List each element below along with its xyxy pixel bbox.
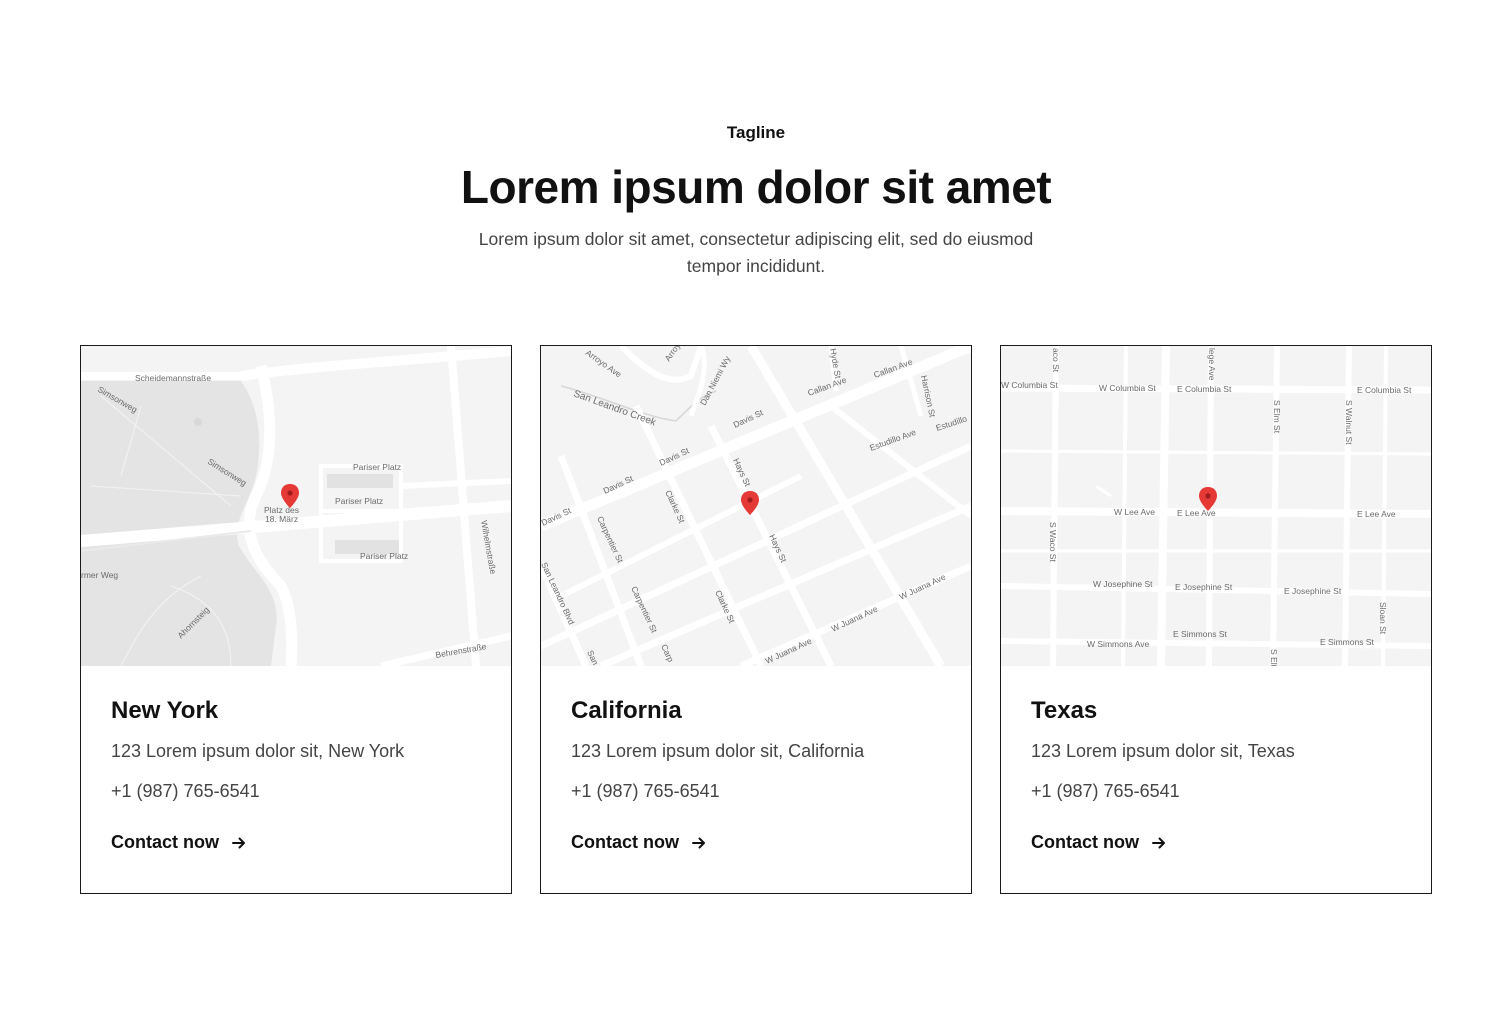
- card-body: Texas 123 Lorem ipsum dolor sit, Texas +…: [1031, 696, 1411, 853]
- map-label: S Elt: [1269, 649, 1279, 666]
- map-label: W Columbia St: [1001, 380, 1058, 390]
- map-label: W Columbia St: [1099, 383, 1156, 393]
- location-phone: +1 (987) 765-6541: [571, 781, 720, 801]
- card-body: California 123 Lorem ipsum dolor sit, Ca…: [571, 696, 951, 853]
- map-label: E Columbia St: [1177, 384, 1232, 394]
- location-city: California: [571, 697, 682, 724]
- map-label: Pariser Platz: [360, 551, 408, 561]
- location-city: Texas: [1031, 697, 1098, 724]
- contact-now-label: Contact now: [111, 832, 219, 852]
- map-graphic: Arroyo Ave Arroyo Dan Niemi Wy Hyde St C…: [541, 346, 971, 666]
- contact-now-link[interactable]: Contact now: [1031, 832, 1411, 853]
- map-label: E Lee Ave: [1357, 509, 1396, 519]
- arrow-right-icon: [1152, 837, 1165, 848]
- arrow-right-icon: [232, 837, 245, 848]
- arrow-right-icon: [692, 837, 705, 848]
- map-label: E Simmons St: [1320, 637, 1374, 647]
- map-label: Scheidemannstraße: [135, 373, 211, 383]
- map-label: E Simmons St: [1173, 629, 1227, 639]
- contact-now-link[interactable]: Contact now: [571, 832, 951, 853]
- location-card-texas: aco St lege Ave W Columbia St W Columbia…: [1000, 345, 1432, 894]
- map-label: rmer Weg: [81, 570, 118, 580]
- map-label: E Lee Ave: [1177, 508, 1216, 518]
- map-label: E Josephine St: [1175, 582, 1233, 592]
- map-texas[interactable]: aco St lege Ave W Columbia St W Columbia…: [1001, 346, 1431, 666]
- map-label: S Waco St: [1048, 522, 1058, 562]
- map-label: S Elm St: [1272, 400, 1282, 434]
- location-phone: +1 (987) 765-6541: [111, 781, 260, 801]
- location-address: 123 Lorem ipsum dolor sit, Texas: [1031, 741, 1295, 761]
- map-graphic: aco St lege Ave W Columbia St W Columbia…: [1001, 346, 1431, 666]
- contact-now-label: Contact now: [1031, 832, 1139, 852]
- section-subtitle: Lorem ipsum dolor sit amet, consectetur …: [478, 229, 1034, 276]
- card-body: New York 123 Lorem ipsum dolor sit, New …: [111, 696, 491, 853]
- map-label: Pariser Platz: [353, 462, 401, 472]
- tagline: Tagline: [726, 123, 786, 142]
- map-new-york[interactable]: Scheidemannstraße Simsonweg Simsonweg Pa…: [81, 346, 511, 666]
- map-graphic: Scheidemannstraße Simsonweg Simsonweg Pa…: [81, 346, 511, 666]
- map-label: E Columbia St: [1357, 385, 1412, 395]
- map-label: aco St: [1051, 348, 1061, 373]
- location-card-california: Arroyo Ave Arroyo Dan Niemi Wy Hyde St C…: [540, 345, 972, 894]
- location-address: 123 Lorem ipsum dolor sit, New York: [111, 741, 405, 761]
- map-label: W Josephine St: [1093, 579, 1153, 589]
- location-city: New York: [111, 697, 219, 724]
- map-california[interactable]: Arroyo Ave Arroyo Dan Niemi Wy Hyde St C…: [541, 346, 971, 666]
- map-label: lege Ave: [1207, 348, 1217, 381]
- contact-now-label: Contact now: [571, 832, 679, 852]
- map-label: 18. März: [265, 514, 298, 524]
- location-card-new-york: Scheidemannstraße Simsonweg Simsonweg Pa…: [80, 345, 512, 894]
- map-label: S Walnut St: [1344, 400, 1354, 445]
- map-label: Sloan St: [1378, 602, 1388, 635]
- location-phone: +1 (987) 765-6541: [1031, 781, 1180, 801]
- map-label: W Simmons Ave: [1087, 639, 1149, 649]
- map-label: Pariser Platz: [335, 496, 383, 506]
- map-label: E Josephine St: [1284, 586, 1342, 596]
- location-address: 123 Lorem ipsum dolor sit, California: [571, 741, 865, 761]
- section-title: Lorem ipsum dolor sit amet: [460, 161, 1052, 213]
- contact-now-link[interactable]: Contact now: [111, 832, 491, 853]
- map-label: W Lee Ave: [1114, 507, 1155, 517]
